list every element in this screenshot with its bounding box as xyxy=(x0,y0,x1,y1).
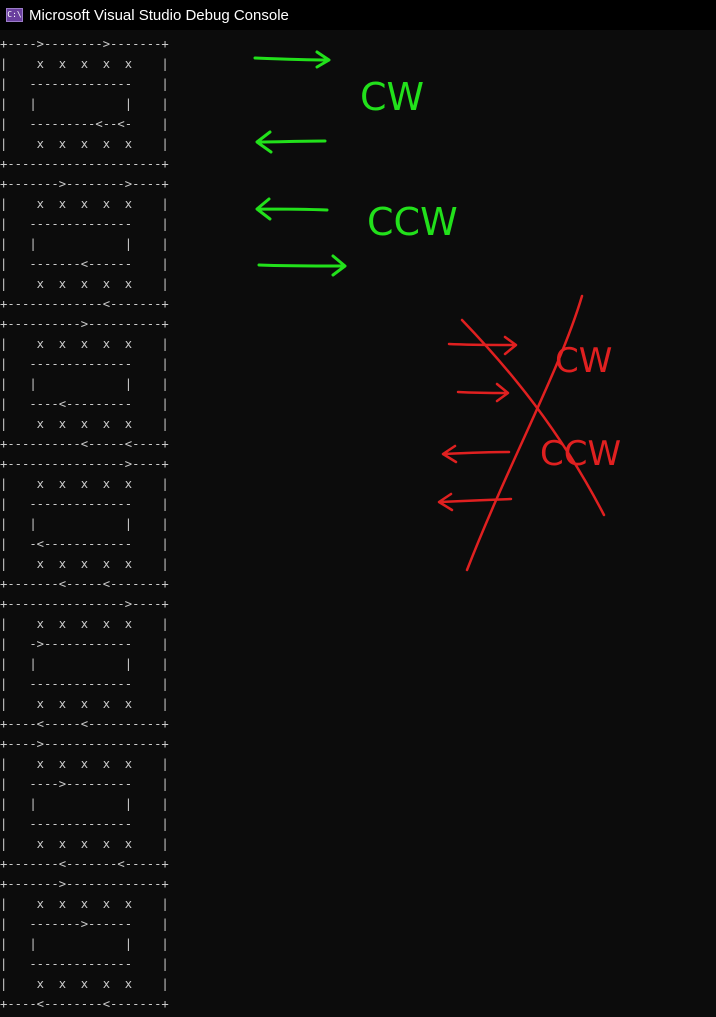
console-line: | ---->--------- | xyxy=(0,777,169,791)
console-line: | x x x x x | xyxy=(0,477,169,491)
console-line: +---------------------+ xyxy=(0,157,169,171)
console-line: | x x x x x | xyxy=(0,417,169,431)
console-line: | x x x x x | xyxy=(0,57,169,71)
console-line: | -------------- | xyxy=(0,957,169,971)
console-line: | x x x x x | xyxy=(0,977,169,991)
title-bar: C:\ Microsoft Visual Studio Debug Consol… xyxy=(0,0,716,30)
console-line: +-------<-----<-------+ xyxy=(0,577,169,591)
console-line: +----<--------<-------+ xyxy=(0,997,169,1011)
console-line: | x x x x x | xyxy=(0,757,169,771)
console-line: | -------------- | xyxy=(0,677,169,691)
console-output-area[interactable]: +---->-------->-------+ | x x x x x | | … xyxy=(0,30,716,1017)
console-line: | -------------- | xyxy=(0,217,169,231)
console-line: +---------------->----+ xyxy=(0,597,169,611)
console-line: | x x x x x | xyxy=(0,277,169,291)
console-line: +---------------->----+ xyxy=(0,457,169,471)
console-line: | ------->------ | xyxy=(0,917,169,931)
console-line: | ----<--------- | xyxy=(0,397,169,411)
console-line: +-------------<-------+ xyxy=(0,297,169,311)
console-line: | x x x x x | xyxy=(0,837,169,851)
window-title: Microsoft Visual Studio Debug Console xyxy=(29,6,289,24)
console-line: | | | | xyxy=(0,937,169,951)
console-line: | | | | xyxy=(0,97,169,111)
console-line: | | | | xyxy=(0,517,169,531)
console-line: | | | | xyxy=(0,657,169,671)
console-line: | -------------- | xyxy=(0,77,169,91)
console-line: +------->-------->----+ xyxy=(0,177,169,191)
console-line: | x x x x x | xyxy=(0,697,169,711)
console-line: | | | | xyxy=(0,377,169,391)
console-line: | -------------- | xyxy=(0,357,169,371)
console-text: +---->-------->-------+ | x x x x x | | … xyxy=(0,34,169,1017)
console-app-icon: C:\ xyxy=(6,8,23,22)
console-line: | | | | xyxy=(0,797,169,811)
console-line: | | | | xyxy=(0,237,169,251)
console-line: | -------<------ | xyxy=(0,257,169,271)
console-line: +----------<-----<----+ xyxy=(0,437,169,451)
console-line: | -<------------ | xyxy=(0,537,169,551)
console-line: +------->-------------+ xyxy=(0,877,169,891)
console-line: +---->----------------+ xyxy=(0,737,169,751)
console-line: | x x x x x | xyxy=(0,897,169,911)
console-line: | x x x x x | xyxy=(0,337,169,351)
console-line: +---->-------->-------+ xyxy=(0,37,169,51)
console-line: +----<-----<----------+ xyxy=(0,717,169,731)
console-line: | x x x x x | xyxy=(0,137,169,151)
console-line: +---------->----------+ xyxy=(0,317,169,331)
console-line: | ->------------ | xyxy=(0,637,169,651)
console-line: | x x x x x | xyxy=(0,197,169,211)
console-line: +-------<-------<-----+ xyxy=(0,857,169,871)
console-line: | ---------<--<- | xyxy=(0,117,169,131)
console-line: | -------------- | xyxy=(0,817,169,831)
console-line: | x x x x x | xyxy=(0,557,169,571)
console-line: | x x x x x | xyxy=(0,617,169,631)
console-line: | -------------- | xyxy=(0,497,169,511)
